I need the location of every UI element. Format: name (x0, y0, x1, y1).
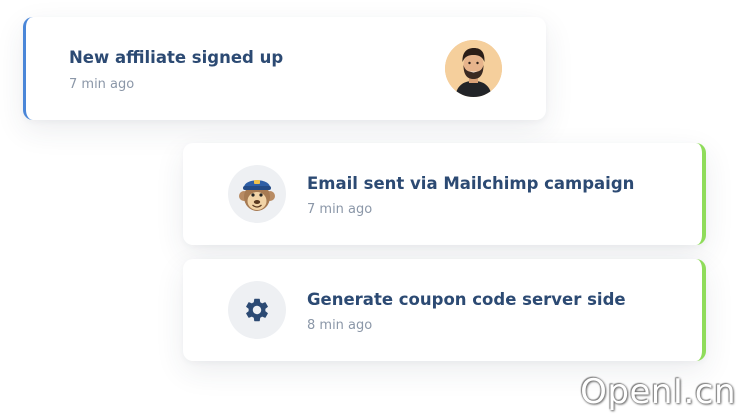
notification-title: Email sent via Mailchimp campaign (307, 174, 635, 193)
notification-time: 7 min ago (307, 202, 373, 217)
notification-time: 8 min ago (307, 318, 373, 333)
mailchimp-icon-circle (228, 165, 286, 223)
notification-title: Generate coupon code server side (307, 290, 626, 309)
notification-time: 7 min ago (69, 77, 135, 92)
avatar (445, 40, 502, 97)
watermark: OpenI.cn (580, 372, 736, 412)
notification-title: New affiliate signed up (69, 48, 284, 67)
mailchimp-icon (235, 172, 279, 216)
gear-icon (243, 296, 271, 324)
gear-icon-circle (228, 281, 286, 339)
notification-card-mailchimp[interactable]: Email sent via Mailchimp campaign 7 min … (183, 143, 706, 245)
notification-card-coupon[interactable]: Generate coupon code server side 8 min a… (183, 259, 706, 361)
notification-card-affiliate[interactable]: New affiliate signed up 7 min ago (23, 17, 546, 120)
